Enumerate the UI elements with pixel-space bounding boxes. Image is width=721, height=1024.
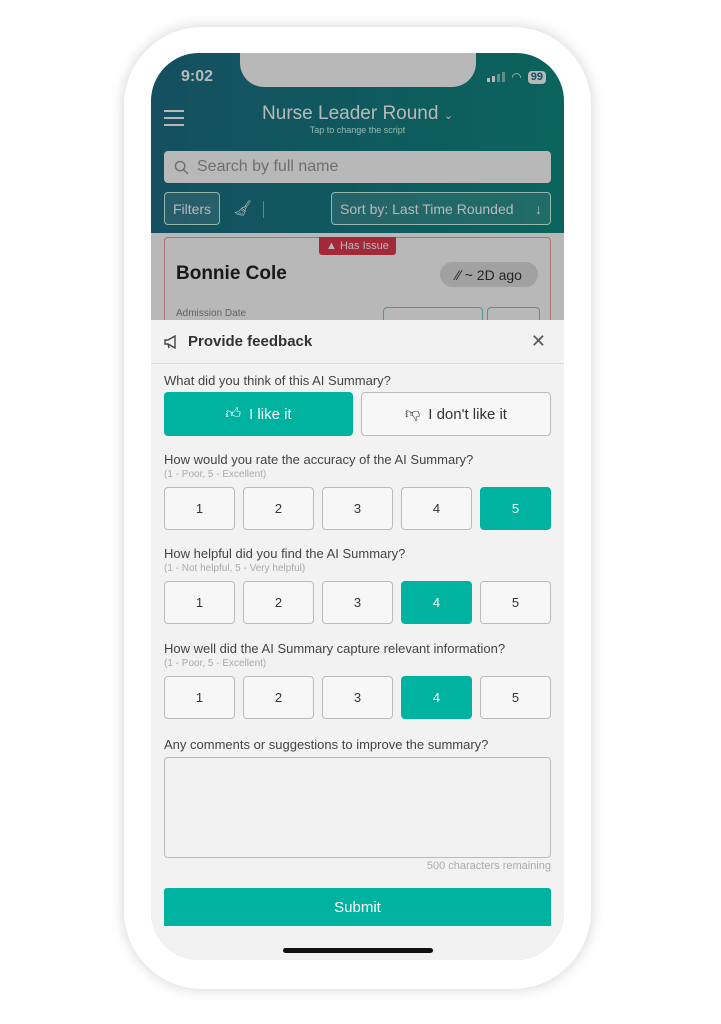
rating-option-4[interactable]: 4 <box>401 487 472 530</box>
rating-option-5[interactable]: 5 <box>480 676 551 719</box>
like-button[interactable]: 👍︎ I like it <box>164 392 353 436</box>
like-label: I like it <box>249 405 292 423</box>
close-icon[interactable]: ✕ <box>531 331 546 352</box>
rating-option-1[interactable]: 1 <box>164 676 235 719</box>
question-overall: What did you think of this AI Summary? <box>164 373 391 388</box>
hint-helpful: (1 - Not helpful, 5 - Very helpful) <box>164 563 306 574</box>
megaphone-icon <box>164 334 176 349</box>
rating-option-5[interactable]: 5 <box>480 581 551 624</box>
rating-option-4[interactable]: 4 <box>401 676 472 719</box>
rating-option-3[interactable]: 3 <box>322 676 393 719</box>
rating-option-2[interactable]: 2 <box>243 581 314 624</box>
rating-option-1[interactable]: 1 <box>164 581 235 624</box>
sheet-title: Provide feedback <box>188 333 313 350</box>
rating-option-4[interactable]: 4 <box>401 581 472 624</box>
rating-relevance: 12345 <box>164 676 551 719</box>
dislike-label: I don't like it <box>428 405 507 423</box>
sheet-header: Provide feedback ✕ <box>151 320 564 364</box>
thumbs-down-icon: 👎︎ <box>405 405 421 422</box>
hint-accuracy: (1 - Poor, 5 - Excellent) <box>164 469 267 480</box>
comments-textarea[interactable] <box>164 757 551 858</box>
question-relevance: How well did the AI Summary capture rele… <box>164 641 506 656</box>
rating-helpful: 12345 <box>164 581 551 624</box>
rating-option-2[interactable]: 2 <box>243 487 314 530</box>
rating-option-2[interactable]: 2 <box>243 676 314 719</box>
rating-option-5[interactable]: 5 <box>480 487 551 530</box>
comments-label: Any comments or suggestions to improve t… <box>164 737 489 752</box>
rating-option-3[interactable]: 3 <box>322 581 393 624</box>
feedback-sheet: Provide feedback ✕ What did you think of… <box>151 320 564 960</box>
rating-option-3[interactable]: 3 <box>322 487 393 530</box>
rating-accuracy: 12345 <box>164 487 551 530</box>
phone-screen: 9:02 ◠ 99 Nurse Leader Round ⌄ Tap to ch… <box>151 53 564 960</box>
rating-option-1[interactable]: 1 <box>164 487 235 530</box>
thumbs-up-icon: 👍︎ <box>225 405 242 422</box>
dislike-button[interactable]: 👎︎ I don't like it <box>361 392 551 436</box>
submit-button[interactable]: Submit <box>164 888 551 926</box>
characters-remaining: 500 characters remaining <box>426 860 551 872</box>
question-accuracy: How would you rate the accuracy of the A… <box>164 452 474 467</box>
hint-relevance: (1 - Poor, 5 - Excellent) <box>164 658 267 669</box>
home-indicator[interactable] <box>283 948 433 953</box>
question-helpful: How helpful did you find the AI Summary? <box>164 546 406 561</box>
